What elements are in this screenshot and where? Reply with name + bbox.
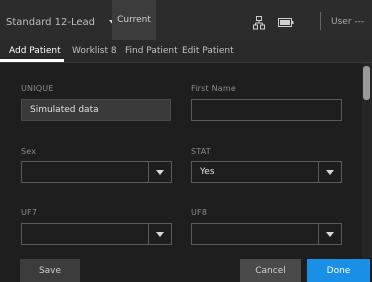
done-button[interactable]: Done xyxy=(307,259,370,282)
tab-edit-patient[interactable]: Edit Patient xyxy=(182,46,234,56)
scrollbar-thumb[interactable] xyxy=(363,66,370,100)
patient-form: UNIQUE Simulated data First Name Sex STA… xyxy=(0,63,362,258)
uf7-dropdown-button[interactable] xyxy=(148,224,171,244)
network-icon xyxy=(253,16,265,30)
tab-find-patient[interactable]: Find Patient xyxy=(125,46,178,56)
stat-dropdown-button[interactable] xyxy=(318,162,341,182)
uf7-label: UF7 xyxy=(21,208,38,217)
top-divider xyxy=(320,12,321,30)
chevron-down-icon xyxy=(156,169,164,175)
current-tab[interactable]: Current xyxy=(112,0,156,40)
uf8-label: UF8 xyxy=(191,208,208,217)
stat-label: STAT xyxy=(191,147,211,156)
uf7-select[interactable] xyxy=(21,223,172,245)
stat-value: Yes xyxy=(200,167,215,177)
tab-add-patient[interactable]: Add Patient xyxy=(9,46,61,56)
patient-tab-bar: Add Patient Worklist 8 Find Patient Edit… xyxy=(0,40,372,63)
uf8-select[interactable] xyxy=(191,223,342,245)
uf8-dropdown-button[interactable] xyxy=(318,224,341,244)
chevron-down-icon xyxy=(326,231,334,237)
user-label[interactable]: User --- xyxy=(331,17,364,27)
top-bar: Standard 12-Lead Current User --- xyxy=(0,0,372,40)
lead-mode-label: Standard 12-Lead xyxy=(6,16,96,28)
stat-select[interactable]: Yes xyxy=(191,161,342,183)
unique-input[interactable]: Simulated data xyxy=(21,99,171,121)
save-button[interactable]: Save xyxy=(20,259,80,282)
lead-mode-dropdown[interactable]: Standard 12-Lead xyxy=(6,14,118,30)
first-name-input[interactable] xyxy=(191,99,342,121)
first-name-label: First Name xyxy=(191,84,236,93)
unique-label: UNIQUE xyxy=(21,84,54,93)
sex-label: Sex xyxy=(21,147,37,156)
active-tab-indicator xyxy=(0,59,64,62)
battery-icon xyxy=(278,18,294,27)
sex-dropdown-button[interactable] xyxy=(148,162,171,182)
cancel-button[interactable]: Cancel xyxy=(240,259,301,282)
sex-select[interactable] xyxy=(21,161,172,183)
chevron-down-icon xyxy=(326,169,334,175)
tab-worklist[interactable]: Worklist 8 xyxy=(72,46,117,56)
chevron-down-icon xyxy=(156,231,164,237)
